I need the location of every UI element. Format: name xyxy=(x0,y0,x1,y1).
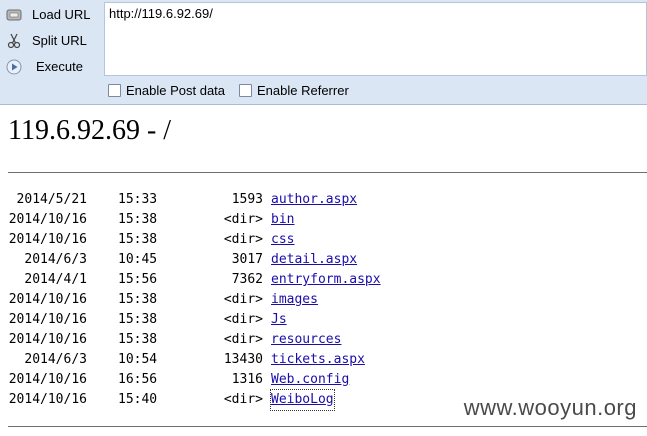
scissors-icon xyxy=(6,33,22,49)
entry-link[interactable]: detail.aspx xyxy=(271,250,357,270)
table-row: 2014/6/3 10:45 3017 detail.aspx xyxy=(0,250,647,270)
entry-link[interactable]: resources xyxy=(271,330,341,350)
table-row: 2014/10/16 15:38 <dir> bin xyxy=(0,210,647,230)
entry-link[interactable]: Web.config xyxy=(271,370,349,390)
entry-time: 10:54 xyxy=(118,352,158,367)
entry-time: 15:38 xyxy=(118,312,158,327)
entry-date: 2014/10/16 xyxy=(8,392,87,407)
entry-time: 15:38 xyxy=(118,292,158,307)
entry-time: 15:33 xyxy=(118,192,158,207)
table-row: 2014/10/16 15:38 <dir> css xyxy=(0,230,647,250)
table-row: 2014/10/16 16:56 1316 Web.config xyxy=(0,370,647,390)
bottom-divider xyxy=(8,426,647,427)
entry-size: <dir> xyxy=(223,392,263,407)
entry-time: 15:38 xyxy=(118,232,158,247)
table-row: 2014/10/16 15:38 <dir> Js xyxy=(0,310,647,330)
entry-time: 15:56 xyxy=(118,272,158,287)
entry-link[interactable]: bin xyxy=(271,210,294,230)
enable-post-data-label: Enable Post data xyxy=(126,83,226,98)
entry-date: 2014/10/16 xyxy=(8,212,87,227)
entry-link[interactable]: Js xyxy=(271,310,287,330)
entry-time: 15:38 xyxy=(118,212,158,227)
entry-date: 2014/10/16 xyxy=(8,372,87,387)
directory-listing: 2014/5/21 15:33 1593 author.aspx 2014/10/16 1… xyxy=(0,190,647,411)
enable-referrer-label: Enable Referrer xyxy=(257,83,349,98)
split-url-button[interactable]: Split URL xyxy=(2,29,101,53)
watermark-text: www.wooyun.org xyxy=(463,395,637,420)
entry-size: 13430 xyxy=(223,352,263,367)
load-url-icon xyxy=(6,7,22,23)
entry-date: 2014/4/1 xyxy=(24,272,87,287)
execute-button[interactable]: Execute xyxy=(2,55,101,79)
entry-date: 2014/10/16 xyxy=(8,312,87,327)
entry-size: <dir> xyxy=(223,292,263,307)
hackbar-side-buttons: Load URL Split URL Execute xyxy=(0,0,103,78)
table-row: 2014/5/21 15:33 1593 author.aspx xyxy=(0,190,647,210)
url-input[interactable]: http://119.6.92.69/ xyxy=(104,2,647,76)
entry-size: <dir> xyxy=(223,232,263,247)
entry-link[interactable]: images xyxy=(271,290,318,310)
entry-time: 15:38 xyxy=(118,332,158,347)
entry-link[interactable]: author.aspx xyxy=(271,190,357,210)
table-row: 2014/10/16 15:38 <dir> images xyxy=(0,290,647,310)
entry-time: 16:56 xyxy=(118,372,158,387)
top-divider xyxy=(8,172,647,173)
execute-label: Execute xyxy=(36,59,83,74)
table-row: 2014/10/16 15:38 <dir> resources xyxy=(0,330,647,350)
entry-size: 7362 xyxy=(231,272,263,287)
entry-size: <dir> xyxy=(223,312,263,327)
load-url-button[interactable]: Load URL xyxy=(2,3,101,27)
entry-date: 2014/10/16 xyxy=(8,232,87,247)
entry-date: 2014/6/3 xyxy=(24,252,87,267)
entry-date: 2014/6/3 xyxy=(24,352,87,367)
load-url-label: Load URL xyxy=(32,7,91,22)
split-url-label: Split URL xyxy=(32,33,87,48)
entry-size: <dir> xyxy=(223,332,263,347)
entry-link[interactable]: WeiboLog xyxy=(270,389,335,411)
entry-link[interactable]: tickets.aspx xyxy=(271,350,365,370)
table-row: 2014/4/1 15:56 7362 entryform.aspx xyxy=(0,270,647,290)
entry-time: 10:45 xyxy=(118,252,158,267)
enable-referrer-checkbox[interactable] xyxy=(239,84,252,97)
entry-date: 2014/10/16 xyxy=(8,292,87,307)
entry-link[interactable]: css xyxy=(271,230,294,250)
hackbar-toolbar: Load URL Split URL Execute http://119.6.… xyxy=(0,0,647,105)
play-icon xyxy=(6,59,22,75)
enable-post-data-checkbox[interactable] xyxy=(108,84,121,97)
page-title: 119.6.92.69 - / xyxy=(8,115,172,146)
entry-link[interactable]: entryform.aspx xyxy=(271,270,381,290)
entry-size: 1593 xyxy=(231,192,263,207)
entry-size: 1316 xyxy=(231,372,263,387)
entry-size: <dir> xyxy=(223,212,263,227)
entry-size: 3017 xyxy=(231,252,263,267)
entry-time: 15:40 xyxy=(118,392,158,407)
table-row: 2014/6/3 10:54 13430 tickets.aspx xyxy=(0,350,647,370)
entry-date: 2014/10/16 xyxy=(8,332,87,347)
entry-date: 2014/5/21 xyxy=(16,192,87,207)
